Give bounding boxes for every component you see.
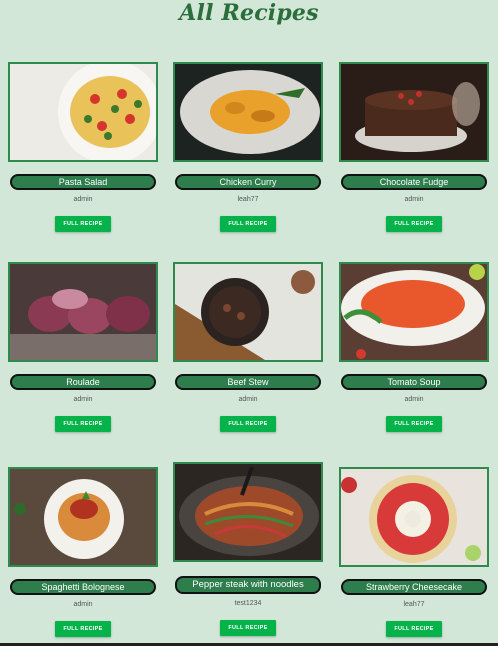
page-title: All Recipes [179, 0, 319, 26]
recipe-author: admin [73, 601, 93, 608]
recipe-name: Chicken Curry [175, 174, 321, 190]
recipe-name: Beef Stew [175, 374, 321, 390]
recipe-card: Chocolate Fudge admin FULL RECIPE [339, 62, 489, 232]
full-recipe-button[interactable]: FULL RECIPE [386, 621, 442, 637]
recipe-name: Pepper steak with noodles [175, 576, 321, 594]
recipe-image-strawberry-cheesecake[interactable] [339, 467, 489, 567]
full-recipe-button[interactable]: FULL RECIPE [55, 416, 111, 432]
recipe-image-beef-stew[interactable] [173, 262, 323, 362]
recipe-image-roulade[interactable] [8, 262, 158, 362]
recipe-name: Tomato Soup [341, 374, 487, 390]
recipe-name: Pasta Salad [10, 174, 156, 190]
full-recipe-button[interactable]: FULL RECIPE [386, 216, 442, 232]
recipe-card: Chicken Curry leah77 FULL RECIPE [173, 62, 323, 232]
full-recipe-button[interactable]: FULL RECIPE [220, 620, 276, 636]
full-recipe-button[interactable]: FULL RECIPE [55, 216, 111, 232]
recipe-author: admin [73, 396, 93, 403]
recipe-card: Tomato Soup admin FULL RECIPE [339, 262, 489, 432]
full-recipe-button[interactable]: FULL RECIPE [220, 216, 276, 232]
recipe-image-spaghetti-bolognese[interactable] [8, 467, 158, 567]
recipe-name: Roulade [10, 374, 156, 390]
recipe-image-chocolate-fudge[interactable] [339, 62, 489, 162]
recipe-image-pepper-steak[interactable] [173, 462, 323, 562]
recipe-card: Beef Stew admin FULL RECIPE [173, 262, 323, 432]
recipe-author: leah77 [403, 601, 425, 608]
full-recipe-button[interactable]: FULL RECIPE [55, 621, 111, 637]
recipe-name: Strawberry Cheesecake [341, 579, 487, 595]
recipe-name: Chocolate Fudge [341, 174, 487, 190]
recipe-card: Pasta Salad admin FULL RECIPE [8, 62, 158, 232]
recipe-author: admin [238, 396, 258, 403]
recipe-image-tomato-soup[interactable] [339, 262, 489, 362]
recipe-author: admin [73, 196, 93, 203]
recipe-card: Strawberry Cheesecake leah77 FULL RECIPE [339, 467, 489, 637]
recipe-image-pasta-salad[interactable] [8, 62, 158, 162]
recipe-card: Roulade admin FULL RECIPE [8, 262, 158, 432]
recipe-author: test1234 [234, 600, 262, 607]
full-recipe-button[interactable]: FULL RECIPE [386, 416, 442, 432]
recipe-author: admin [404, 396, 424, 403]
recipe-name: Spaghetti Bolognese [10, 579, 156, 595]
full-recipe-button[interactable]: FULL RECIPE [220, 416, 276, 432]
recipe-card: Pepper steak with noodles test1234 FULL … [173, 462, 323, 636]
recipe-author: leah77 [237, 196, 259, 203]
recipe-author: admin [404, 196, 424, 203]
recipe-card: Spaghetti Bolognese admin FULL RECIPE [8, 467, 158, 637]
recipe-image-chicken-curry[interactable] [173, 62, 323, 162]
